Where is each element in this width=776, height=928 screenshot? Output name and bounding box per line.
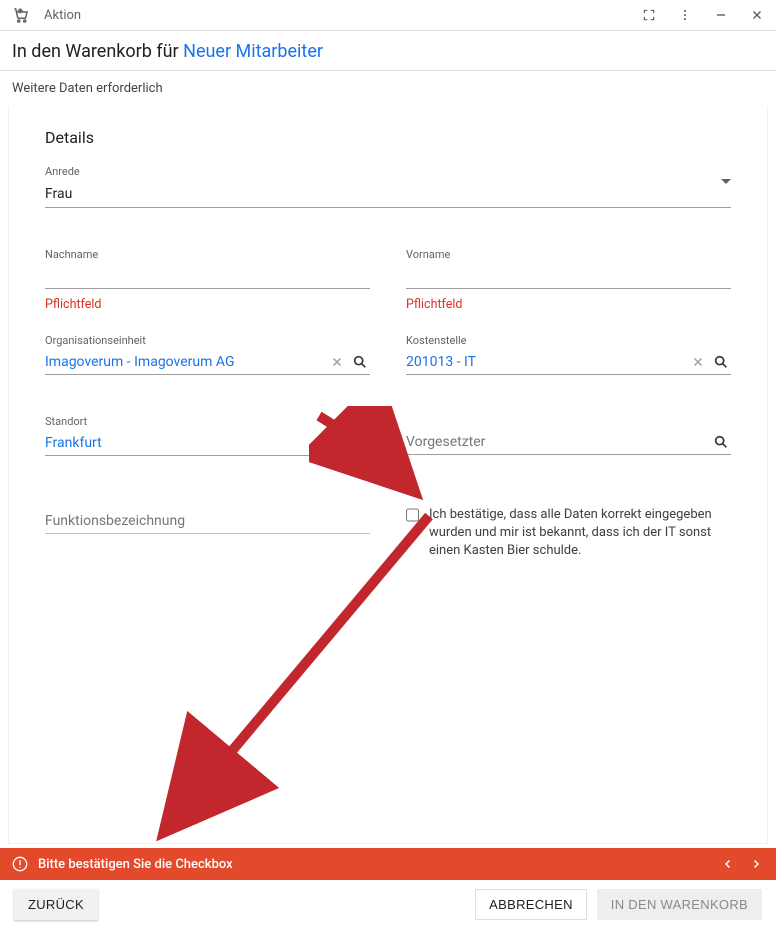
manager-field: Vorgesetzter: [406, 431, 731, 456]
window-title: Aktion: [44, 8, 632, 23]
section-title: Details: [45, 128, 731, 147]
jobtitle-input[interactable]: Funktionsbezeichnung: [45, 510, 370, 534]
cart-icon: [10, 6, 32, 24]
orgunit-value: Imagoverum - Imagoverum AG: [45, 354, 324, 370]
add-to-cart-button[interactable]: IN DEN WARENKORB: [597, 889, 762, 920]
header-prefix: In den Warenkorb für: [12, 41, 183, 62]
more-menu-button[interactable]: [676, 8, 694, 22]
footer: ZURÜCK ABBRECHEN IN DEN WARENKORB: [0, 880, 776, 928]
location-clear-button[interactable]: [328, 436, 346, 450]
location-picker[interactable]: Frankfurt: [45, 432, 370, 456]
location-field: Standort Frankfurt: [45, 415, 370, 456]
manager-search-button[interactable]: [711, 434, 731, 450]
minimize-button[interactable]: [712, 8, 730, 22]
back-button[interactable]: ZURÜCK: [14, 889, 98, 920]
lastname-error: Pflichtfeld: [45, 297, 370, 312]
manager-placeholder: Vorgesetzter: [406, 434, 707, 450]
firstname-field: Vorname Pflichtfeld: [406, 248, 731, 312]
cancel-button[interactable]: ABBRECHEN: [475, 889, 587, 920]
orgunit-search-button[interactable]: [350, 354, 370, 370]
costcenter-picker[interactable]: 201013 - IT: [406, 351, 731, 375]
manager-picker[interactable]: Vorgesetzter: [406, 431, 731, 455]
lastname-label: Nachname: [45, 248, 370, 261]
error-next-button[interactable]: [748, 858, 764, 870]
error-message: Bitte bestätigen Sie die Checkbox: [38, 857, 710, 872]
confirm-label: Ich bestätige, dass alle Daten korrekt e…: [429, 506, 731, 561]
firstname-input[interactable]: [406, 265, 731, 289]
location-label: Standort: [45, 415, 370, 428]
details-card: Details Anrede Frau Nachname Pflichtfeld…: [8, 106, 768, 844]
salutation-value: Frau: [45, 186, 717, 202]
window-titlebar: Aktion: [0, 0, 776, 31]
confirm-checkbox[interactable]: [406, 508, 419, 522]
header-target-link[interactable]: Neuer Mitarbeiter: [183, 41, 323, 62]
page-header: In den Warenkorb für Neuer Mitarbeiter: [0, 31, 776, 71]
chevron-down-icon: [721, 184, 731, 203]
error-bar: Bitte bestätigen Sie die Checkbox: [0, 848, 776, 880]
firstname-label: Vorname: [406, 248, 731, 261]
location-value: Frankfurt: [45, 435, 324, 451]
costcenter-value: 201013 - IT: [406, 354, 685, 370]
lastname-input[interactable]: [45, 265, 370, 289]
orgunit-picker[interactable]: Imagoverum - Imagoverum AG: [45, 351, 370, 375]
salutation-select[interactable]: Frau: [45, 182, 731, 208]
lastname-field: Nachname Pflichtfeld: [45, 248, 370, 312]
orgunit-label: Organisationseinheit: [45, 334, 370, 347]
error-icon: [12, 856, 28, 872]
salutation-label: Anrede: [45, 165, 731, 178]
error-prev-button[interactable]: [720, 858, 736, 870]
location-search-button[interactable]: [350, 435, 370, 451]
costcenter-label: Kostenstelle: [406, 334, 731, 347]
fullscreen-button[interactable]: [640, 8, 658, 22]
costcenter-field: Kostenstelle 201013 - IT: [406, 334, 731, 375]
costcenter-clear-button[interactable]: [689, 355, 707, 369]
jobtitle-placeholder: Funktionsbezeichnung: [45, 513, 370, 529]
close-button[interactable]: [748, 8, 766, 22]
orgunit-clear-button[interactable]: [328, 355, 346, 369]
firstname-error: Pflichtfeld: [406, 297, 731, 312]
costcenter-search-button[interactable]: [711, 354, 731, 370]
jobtitle-field: Funktionsbezeichnung: [45, 510, 370, 561]
salutation-field: Anrede Frau: [45, 165, 731, 208]
orgunit-field: Organisationseinheit Imagoverum - Imagov…: [45, 334, 370, 375]
confirm-field: Ich bestätige, dass alle Daten korrekt e…: [406, 506, 731, 561]
subheader: Weitere Daten erforderlich: [0, 71, 776, 106]
